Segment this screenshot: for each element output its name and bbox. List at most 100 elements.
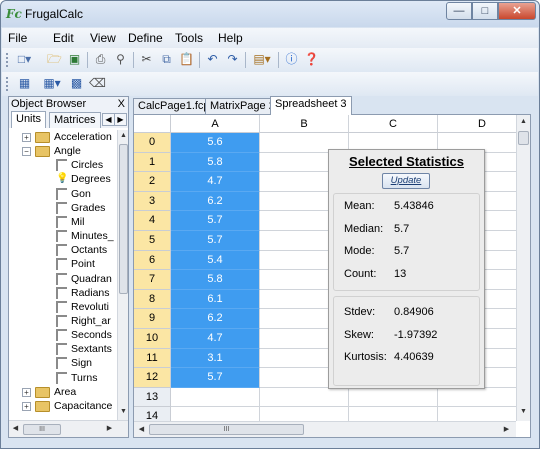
maximize-button[interactable]: □	[472, 2, 498, 20]
tab-units[interactable]: Units	[11, 111, 47, 128]
cell-a5[interactable]: 5.7	[171, 231, 260, 251]
cell-a6[interactable]: 5.4	[171, 250, 260, 271]
tree-item[interactable]: Gon	[9, 187, 117, 201]
menu-define[interactable]: Define	[128, 31, 163, 45]
tree-item[interactable]: Right_ar	[9, 314, 117, 328]
expand-toggle-icon[interactable]: +	[22, 401, 31, 411]
tree-item[interactable]: Mil	[9, 215, 117, 229]
object-browser-horizontal-scrollbar[interactable]: ◀ III ▶	[9, 420, 128, 437]
scroll-up-icon[interactable]: ▲	[519, 118, 528, 125]
column-header-d[interactable]: D	[438, 115, 516, 133]
tree-item[interactable]: − Angle	[9, 144, 117, 158]
cell-a3[interactable]: 6.2	[171, 191, 260, 212]
help-icon[interactable]: ❓	[303, 51, 320, 68]
cut-icon[interactable]: ✂	[138, 51, 155, 68]
row-header[interactable]: 8	[134, 289, 171, 310]
menu-help[interactable]: Help	[218, 31, 243, 45]
tab-spreadsheet3[interactable]: Spreadsheet 3	[270, 96, 352, 115]
tab-calcpage1[interactable]: CalcPage1.fcp	[133, 98, 215, 114]
print-icon[interactable]: ⎙	[92, 51, 109, 68]
tree-item[interactable]: + Acceleration	[9, 130, 117, 144]
spreadsheet-horizontal-scrollbar[interactable]: ◀ III ▶	[134, 421, 516, 437]
tab-scroll-right-icon[interactable]: ▶	[114, 113, 127, 126]
cell-a8[interactable]: 6.1	[171, 289, 260, 310]
open-folder-icon[interactable]: 🗁	[46, 51, 63, 68]
scrollbar-thumb[interactable]	[119, 144, 128, 294]
tree-item[interactable]: Point	[9, 257, 117, 271]
toolbar-grip[interactable]	[6, 77, 9, 91]
tree-item[interactable]: Circles	[9, 158, 117, 172]
tree-item[interactable]: 💡 Degrees	[9, 172, 117, 186]
tree-item[interactable]: + Capacitance	[9, 399, 117, 413]
print-preview-icon[interactable]: ⚲	[112, 51, 129, 68]
toolbar-grip[interactable]	[6, 53, 9, 67]
tab-matrices[interactable]: Matrices	[49, 112, 101, 128]
tree-item[interactable]: Grades	[9, 201, 117, 215]
cell-a10[interactable]: 4.7	[171, 329, 260, 349]
row-header[interactable]: 13	[134, 387, 171, 408]
expand-toggle-icon[interactable]: +	[22, 387, 31, 397]
cell-a2[interactable]: 4.7	[171, 172, 260, 192]
tree-item[interactable]: Revoluti	[9, 300, 117, 314]
column-header-a[interactable]: A	[171, 115, 260, 133]
tree-item[interactable]: Sextants	[9, 342, 117, 356]
new-document-icon[interactable]: □▾	[16, 51, 33, 68]
undo-icon[interactable]: ↶	[204, 51, 221, 68]
tree-item[interactable]: Octants	[9, 243, 117, 257]
row-header[interactable]: 14	[134, 407, 171, 421]
cell-d13[interactable]	[438, 388, 516, 408]
cell-a14[interactable]	[171, 407, 260, 421]
scroll-left-icon[interactable]: ◀	[11, 424, 20, 432]
menu-tools[interactable]: Tools	[175, 31, 203, 45]
tree-item[interactable]: Radians	[9, 286, 117, 300]
scroll-right-icon[interactable]: ▶	[502, 425, 511, 433]
menu-file[interactable]: File	[8, 31, 27, 45]
cell-b13[interactable]	[260, 387, 349, 408]
cell-a13[interactable]	[171, 387, 260, 408]
table-icon[interactable]: ▩	[68, 75, 85, 92]
eraser-icon[interactable]: ⌫	[89, 75, 106, 92]
scrollbar-thumb[interactable]	[518, 131, 529, 145]
expand-toggle-icon[interactable]: +	[22, 133, 31, 142]
cell-d14[interactable]	[438, 407, 516, 421]
scrollbar-thumb[interactable]: III	[149, 424, 304, 435]
scroll-down-icon[interactable]: ▼	[519, 408, 528, 415]
minimize-button[interactable]: —	[446, 2, 472, 20]
redo-icon[interactable]: ↷	[224, 51, 241, 68]
column-header-b[interactable]: B	[260, 115, 349, 133]
tree-item[interactable]: Seconds	[9, 328, 117, 342]
column-header-c[interactable]: C	[349, 115, 438, 133]
menu-view[interactable]: View	[90, 31, 116, 45]
cell-a0[interactable]: 5.6	[171, 133, 260, 153]
cell-a12[interactable]: 5.7	[171, 368, 260, 388]
cell-c13[interactable]	[349, 387, 438, 408]
cell-b14[interactable]	[260, 407, 349, 421]
row-header[interactable]: 2	[134, 172, 171, 192]
tree-item[interactable]: Sign	[9, 356, 117, 370]
tab-matrixpage2[interactable]: MatrixPage 2	[205, 98, 280, 114]
object-browser-close-button[interactable]: X	[118, 97, 125, 111]
object-browser-vertical-scrollbar[interactable]: ▲ ▼	[117, 130, 128, 420]
close-button[interactable]: ✕	[498, 2, 536, 20]
spreadsheet-vertical-scrollbar[interactable]: ▲ ▼	[516, 115, 530, 421]
scroll-up-icon[interactable]: ▲	[119, 132, 128, 139]
copy-icon[interactable]: ⧉	[158, 51, 175, 68]
tree-item[interactable]: Minutes_	[9, 229, 117, 243]
update-button[interactable]: Update	[382, 173, 430, 189]
matrix-icon[interactable]: ▦	[16, 75, 33, 92]
tree-item[interactable]: + Area	[9, 385, 117, 399]
row-header[interactable]: 1	[134, 152, 171, 173]
scrollbar-thumb[interactable]: III	[23, 424, 61, 435]
expand-toggle-icon[interactable]: −	[22, 147, 31, 157]
menu-edit[interactable]: Edit	[53, 31, 74, 45]
row-header[interactable]: 12	[134, 368, 171, 388]
library-icon[interactable]: ▤▾	[250, 51, 274, 68]
scroll-right-icon[interactable]: ▶	[105, 424, 114, 432]
paste-icon[interactable]: 📋	[178, 51, 195, 68]
row-header[interactable]: 11	[134, 348, 171, 369]
cell-a9[interactable]: 6.2	[171, 309, 260, 329]
row-header[interactable]: 10	[134, 329, 171, 349]
grid-corner[interactable]	[134, 115, 171, 133]
cell-a4[interactable]: 5.7	[171, 211, 260, 231]
cell-a1[interactable]: 5.8	[171, 152, 260, 173]
